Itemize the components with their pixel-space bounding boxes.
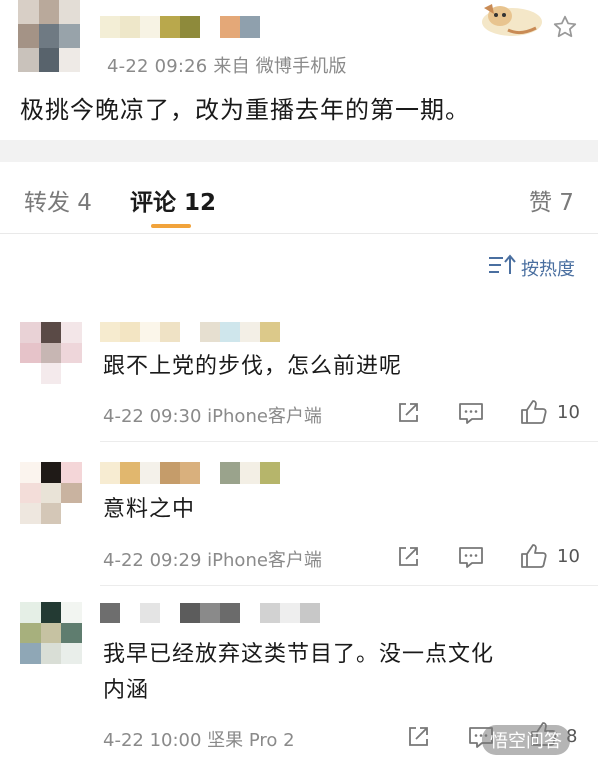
like-count: 10 xyxy=(557,402,580,423)
avatar[interactable] xyxy=(20,602,82,664)
section-divider xyxy=(0,140,598,162)
like-icon[interactable] xyxy=(520,543,548,573)
author-avatar[interactable] xyxy=(18,0,80,72)
comment-text-line2: 内涵 xyxy=(103,678,150,703)
commenter-name[interactable] xyxy=(100,462,280,484)
avatar[interactable] xyxy=(20,322,82,384)
share-icon[interactable] xyxy=(406,725,430,753)
watermark: 悟空问答 xyxy=(482,725,570,755)
reply-icon[interactable] xyxy=(458,545,484,573)
star-icon[interactable] xyxy=(552,14,578,44)
cartoon-dog-sticker xyxy=(470,0,550,40)
share-icon[interactable] xyxy=(396,401,420,429)
like-icon[interactable] xyxy=(520,399,548,429)
comment-meta: 4-22 09:29 iPhone客户端 xyxy=(103,550,322,571)
reply-icon[interactable] xyxy=(458,401,484,429)
comment-divider xyxy=(100,441,598,442)
avatar[interactable] xyxy=(20,462,82,524)
comment-text-line1: 我早已经放弃这类节目了。没一点文化 xyxy=(103,642,495,667)
author-name[interactable] xyxy=(100,16,260,38)
commenter-name[interactable] xyxy=(100,322,280,342)
comment-divider xyxy=(100,585,598,586)
sort-label: 按热度 xyxy=(521,258,575,280)
comment-text: 跟不上党的步伐，怎么前进呢 xyxy=(103,354,403,379)
comment-meta: 4-22 10:00 坚果 Pro 2 xyxy=(103,730,295,751)
like-count: 10 xyxy=(557,546,580,567)
tab-reposts[interactable]: 转发 4 xyxy=(24,183,92,217)
tab-likes[interactable]: 赞 7 xyxy=(529,183,574,217)
active-tab-indicator xyxy=(151,224,191,228)
sort-icon xyxy=(487,253,517,282)
sort-by-hot-button[interactable]: 按热度 xyxy=(487,253,575,282)
comment-meta: 4-22 09:30 iPhone客户端 xyxy=(103,406,322,427)
share-icon[interactable] xyxy=(396,545,420,573)
commenter-name[interactable] xyxy=(100,603,320,623)
post-meta: 4-22 09:26 来自 微博手机版 xyxy=(107,56,347,77)
comment-text: 意料之中 xyxy=(103,497,196,522)
post-content: 极挑今晚凉了，改为重播去年的第一期。 xyxy=(20,96,470,124)
tab-divider xyxy=(0,233,598,234)
tab-comments[interactable]: 评论 12 xyxy=(130,183,216,217)
